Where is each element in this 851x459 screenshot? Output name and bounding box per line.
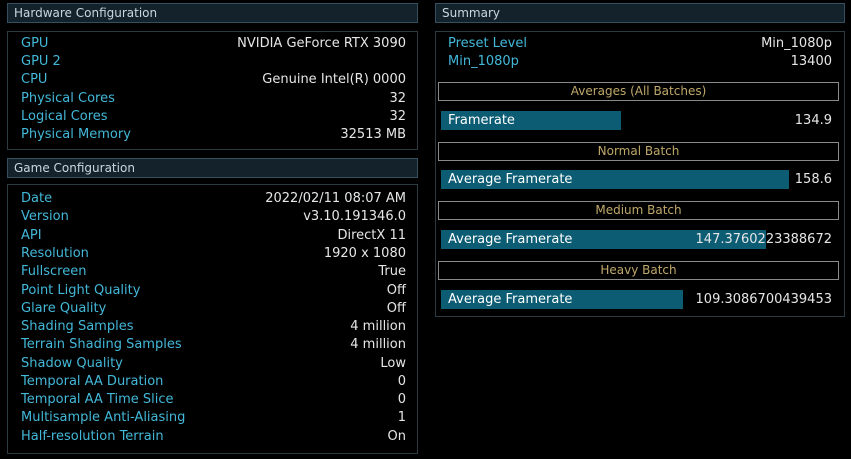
hw-value: 32: [389, 91, 406, 106]
game-value: 0: [397, 392, 406, 407]
game-row-terrain-shading: Terrain Shading Samples 4 million: [21, 336, 406, 354]
game-value: 1920 x 1080: [323, 246, 406, 261]
game-key: Glare Quality: [21, 301, 107, 316]
game-value: 4 million: [350, 337, 406, 352]
game-row-date: Date 2022/02/11 08:07 AM: [21, 190, 406, 208]
bar-value: 134.9: [794, 113, 832, 128]
summary-value: 13400: [790, 54, 832, 69]
hardware-config-header: Hardware Configuration: [7, 3, 418, 23]
game-value: Low: [380, 356, 406, 371]
game-key: API: [21, 228, 42, 243]
game-value: Off: [386, 283, 406, 298]
summary-header: Summary: [435, 3, 845, 23]
game-key: Multisample Anti-Aliasing: [21, 410, 186, 425]
game-config-header: Game Configuration: [7, 158, 418, 178]
framerate-bar-averages: Framerate 134.9: [441, 111, 832, 130]
game-value: 1: [397, 410, 406, 425]
bar-label: Average Framerate: [448, 232, 573, 247]
game-key: Temporal AA Duration: [21, 374, 164, 389]
hw-key: CPU: [21, 72, 48, 87]
game-row-point-light: Point Light Quality Off: [21, 282, 406, 300]
batch-heading-averages: Averages (All Batches): [438, 82, 839, 101]
batch-heading-medium: Medium Batch: [438, 201, 839, 220]
bar-label: Framerate: [448, 113, 515, 128]
game-key: Fullscreen: [21, 264, 87, 279]
hw-key: GPU: [21, 36, 49, 51]
framerate-bar-heavy: Average Framerate 109.3086700439453: [441, 290, 832, 309]
hw-row-physical-cores: Physical Cores 32: [21, 90, 406, 108]
game-key: Resolution: [21, 246, 89, 261]
game-row-version: Version v3.10.191346.0: [21, 208, 406, 226]
summary-key: Preset Level: [448, 36, 527, 51]
game-key: Shading Samples: [21, 319, 134, 334]
game-row-shadow-quality: Shadow Quality Low: [21, 355, 406, 373]
game-value: 4 million: [350, 319, 406, 334]
hw-key: Physical Cores: [21, 91, 115, 106]
hw-row-gpu2: GPU 2: [21, 53, 406, 71]
game-row-glare: Glare Quality Off: [21, 300, 406, 318]
game-row-taa-duration: Temporal AA Duration 0: [21, 373, 406, 391]
summary-row-score: Min_1080p 13400: [448, 53, 832, 71]
game-value: On: [387, 429, 406, 444]
game-key: Date: [21, 191, 53, 206]
game-key: Terrain Shading Samples: [21, 337, 182, 352]
hw-value: NVIDIA GeForce RTX 3090: [237, 36, 406, 51]
hw-value: 32513 MB: [340, 127, 406, 142]
game-key: Point Light Quality: [21, 283, 141, 298]
game-value: Off: [386, 301, 406, 316]
game-value: DirectX 11: [337, 228, 406, 243]
bar-value: 109.3086700439453: [695, 292, 832, 307]
bar-label: Average Framerate: [448, 172, 573, 187]
batch-heading-normal: Normal Batch: [438, 142, 839, 161]
bar-label: Average Framerate: [448, 292, 573, 307]
game-value: 2022/02/11 08:07 AM: [265, 191, 406, 206]
game-row-resolution: Resolution 1920 x 1080: [21, 245, 406, 263]
summary-key: Min_1080p: [448, 54, 519, 69]
game-row-msaa: Multisample Anti-Aliasing 1: [21, 409, 406, 427]
game-key: Temporal AA Time Slice: [21, 392, 174, 407]
game-row-shading-samples: Shading Samples 4 million: [21, 318, 406, 336]
game-key: Shadow Quality: [21, 356, 123, 371]
game-key: Version: [21, 209, 69, 224]
framerate-bar-normal: Average Framerate 158.6: [441, 170, 832, 189]
hw-key: Physical Memory: [21, 127, 131, 142]
game-value: True: [378, 264, 406, 279]
hw-value: 32: [389, 109, 406, 124]
batch-heading-heavy: Heavy Batch: [438, 261, 839, 280]
hw-row-gpu: GPU NVIDIA GeForce RTX 3090: [21, 35, 406, 53]
summary-row-preset-level: Preset Level Min_1080p: [448, 35, 832, 53]
game-row-half-res-terrain: Half-resolution Terrain On: [21, 428, 406, 446]
game-value: 0: [397, 374, 406, 389]
hw-row-logical-cores: Logical Cores 32: [21, 108, 406, 126]
hw-value: Genuine Intel(R) 0000: [262, 72, 406, 87]
game-row-taa-time-slice: Temporal AA Time Slice 0: [21, 391, 406, 409]
game-value: v3.10.191346.0: [303, 209, 406, 224]
game-row-api: API DirectX 11: [21, 227, 406, 245]
hw-row-physical-memory: Physical Memory 32513 MB: [21, 126, 406, 144]
bar-value: 158.6: [794, 172, 832, 187]
game-key: Half-resolution Terrain: [21, 429, 164, 444]
summary-value: Min_1080p: [761, 36, 832, 51]
hw-key: Logical Cores: [21, 109, 108, 124]
hw-key: GPU 2: [21, 54, 61, 69]
framerate-bar-medium: Average Framerate 147.3760223388672: [441, 230, 832, 249]
bar-value: 147.3760223388672: [695, 232, 832, 247]
hw-row-cpu: CPU Genuine Intel(R) 0000: [21, 71, 406, 89]
game-row-fullscreen: Fullscreen True: [21, 263, 406, 281]
